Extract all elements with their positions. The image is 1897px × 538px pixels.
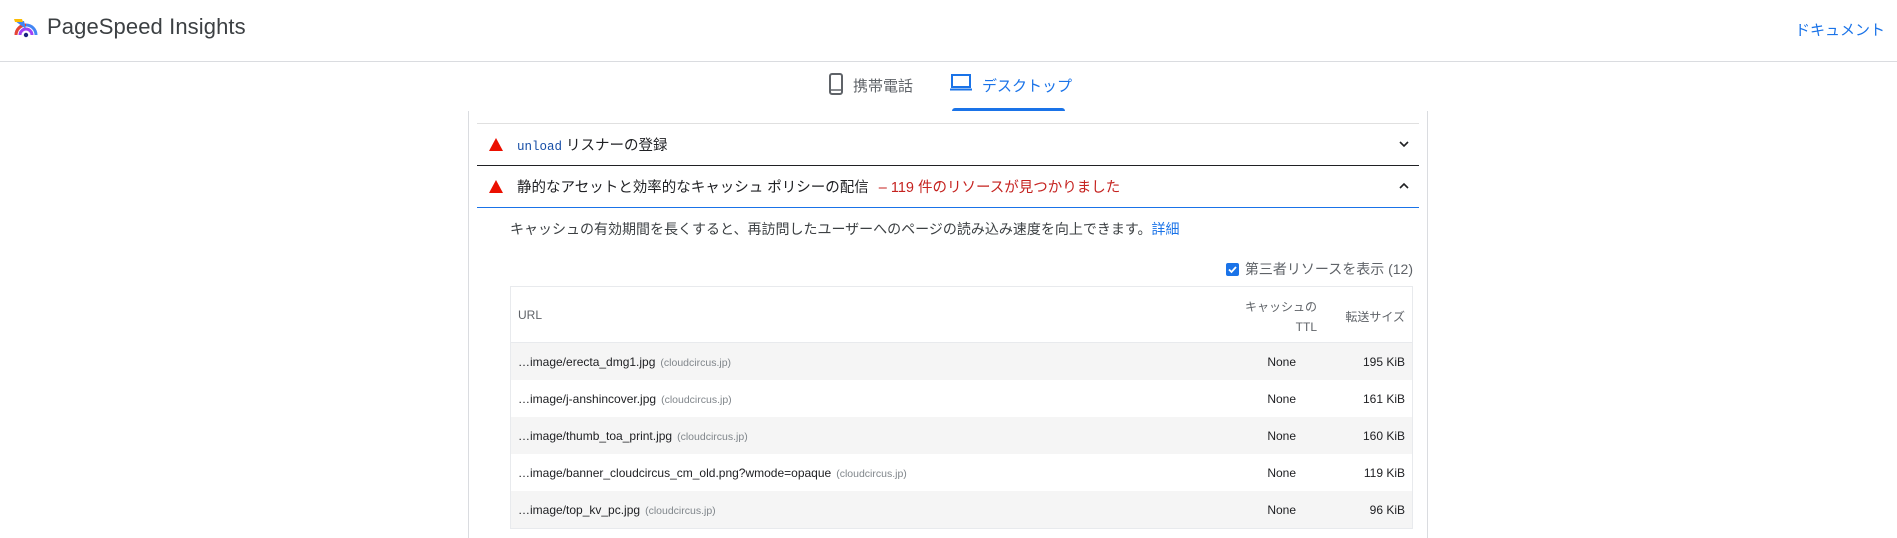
resource-host: (cloudcircus.jp) — [677, 431, 748, 443]
tab-desktop[interactable]: デスクトップ — [950, 74, 1073, 111]
tab-mobile-label: 携帯電話 — [853, 78, 914, 95]
table-row: …image/j-anshincover.jpg (cloudcircus.jp)… — [511, 380, 1412, 417]
chevron-down-icon[interactable] — [1397, 137, 1411, 151]
audit-unload-listeners[interactable]: unload リスナーの登録 — [477, 124, 1419, 166]
audit-panel: unload リスナーの登録 静的なアセットと効率的なキャッシュ ポリシーの配信… — [468, 111, 1428, 538]
cache-ttl: None — [1267, 429, 1296, 443]
column-transfer-size: 転送サイズ — [1345, 310, 1405, 324]
audit-title: 静的なアセットと効率的なキャッシュ ポリシーの配信 – 119 件のリソースが見つ… — [517, 180, 1121, 196]
table-row: …image/banner_cloudcircus_cm_old.png?wmo… — [511, 454, 1412, 491]
transfer-size: 161 KiB — [1362, 392, 1405, 406]
audit-description: キャッシュの有効期間を長くすると、再訪問したユーザーへのページの読み込み速度を向… — [510, 221, 1180, 237]
phone-icon — [829, 73, 843, 95]
fail-triangle-icon — [489, 138, 503, 151]
pagespeed-logo-icon[interactable] — [12, 15, 40, 41]
table-row: …image/thumb_toa_print.jpg (cloudcircus.j… — [511, 417, 1412, 454]
table-header: URL キャッシュの TTL 転送サイズ — [511, 287, 1412, 343]
docs-link[interactable]: ドキュメント — [1795, 19, 1885, 40]
resource-host: (cloudcircus.jp) — [645, 505, 716, 517]
transfer-size: 96 KiB — [1369, 503, 1405, 517]
table-row: …image/erecta_dmg1.jpg (cloudcircus.jp) N… — [511, 343, 1412, 380]
resource-url[interactable]: …image/thumb_toa_print.jpg (cloudcircus.j… — [518, 429, 748, 443]
column-cache-ttl: キャッシュの TTL — [1244, 300, 1317, 334]
transfer-size: 119 KiB — [1363, 466, 1405, 480]
column-url: URL — [518, 308, 543, 322]
cache-ttl: None — [1267, 503, 1296, 517]
third-party-toggle[interactable]: 第三者リソースを表示 (12) — [1225, 259, 1413, 279]
fail-triangle-icon — [489, 180, 503, 193]
device-tabs: 携帯電話 デスクトップ — [0, 63, 1897, 111]
transfer-size: 195 KiB — [1362, 355, 1405, 369]
resource-url[interactable]: …image/top_kv_pc.jpg (cloudcircus.jp) — [518, 503, 716, 517]
third-party-label: 第三者リソースを表示 (12) — [1244, 261, 1413, 277]
app-header: PageSpeed Insights ドキュメント — [0, 0, 1897, 62]
checkbox-checked-icon[interactable] — [1225, 262, 1239, 276]
transfer-size: 160 KiB — [1362, 429, 1405, 443]
cache-ttl: None — [1267, 355, 1296, 369]
tab-mobile[interactable]: 携帯電話 — [829, 73, 914, 111]
app-title[interactable]: PageSpeed Insights — [47, 14, 246, 40]
resource-url[interactable]: …image/j-anshincover.jpg (cloudcircus.jp) — [518, 392, 732, 406]
laptop-icon — [950, 74, 972, 91]
resource-host: (cloudcircus.jp) — [836, 468, 907, 480]
audit-title: unload リスナーの登録 — [517, 138, 668, 154]
resource-host: (cloudcircus.jp) — [660, 357, 732, 369]
audit-display-value: – 119 件のリソースが見つかりました — [878, 180, 1121, 196]
chevron-up-icon[interactable] — [1397, 179, 1411, 193]
audit-code: unload — [517, 140, 563, 154]
resource-host: (cloudcircus.jp) — [661, 394, 732, 406]
table-body: …image/erecta_dmg1.jpg (cloudcircus.jp) N… — [511, 343, 1412, 528]
cache-ttl: None — [1267, 392, 1296, 406]
table-row: …image/top_kv_pc.jpg (cloudcircus.jp) Non… — [511, 491, 1412, 528]
tab-desktop-label: デスクトップ — [982, 78, 1073, 95]
resource-url[interactable]: …image/erecta_dmg1.jpg (cloudcircus.jp) — [518, 355, 731, 369]
resource-table: URL キャッシュの TTL 転送サイズ …image/erecta_dmg1.… — [510, 286, 1413, 529]
resource-url[interactable]: …image/banner_cloudcircus_cm_old.png?wmo… — [518, 466, 907, 480]
cache-ttl: None — [1267, 466, 1296, 480]
audit-cache-policy[interactable]: 静的なアセットと効率的なキャッシュ ポリシーの配信 – 119 件のリソースが見つ… — [477, 166, 1419, 208]
learn-more-link[interactable]: 詳細 — [1151, 221, 1179, 237]
